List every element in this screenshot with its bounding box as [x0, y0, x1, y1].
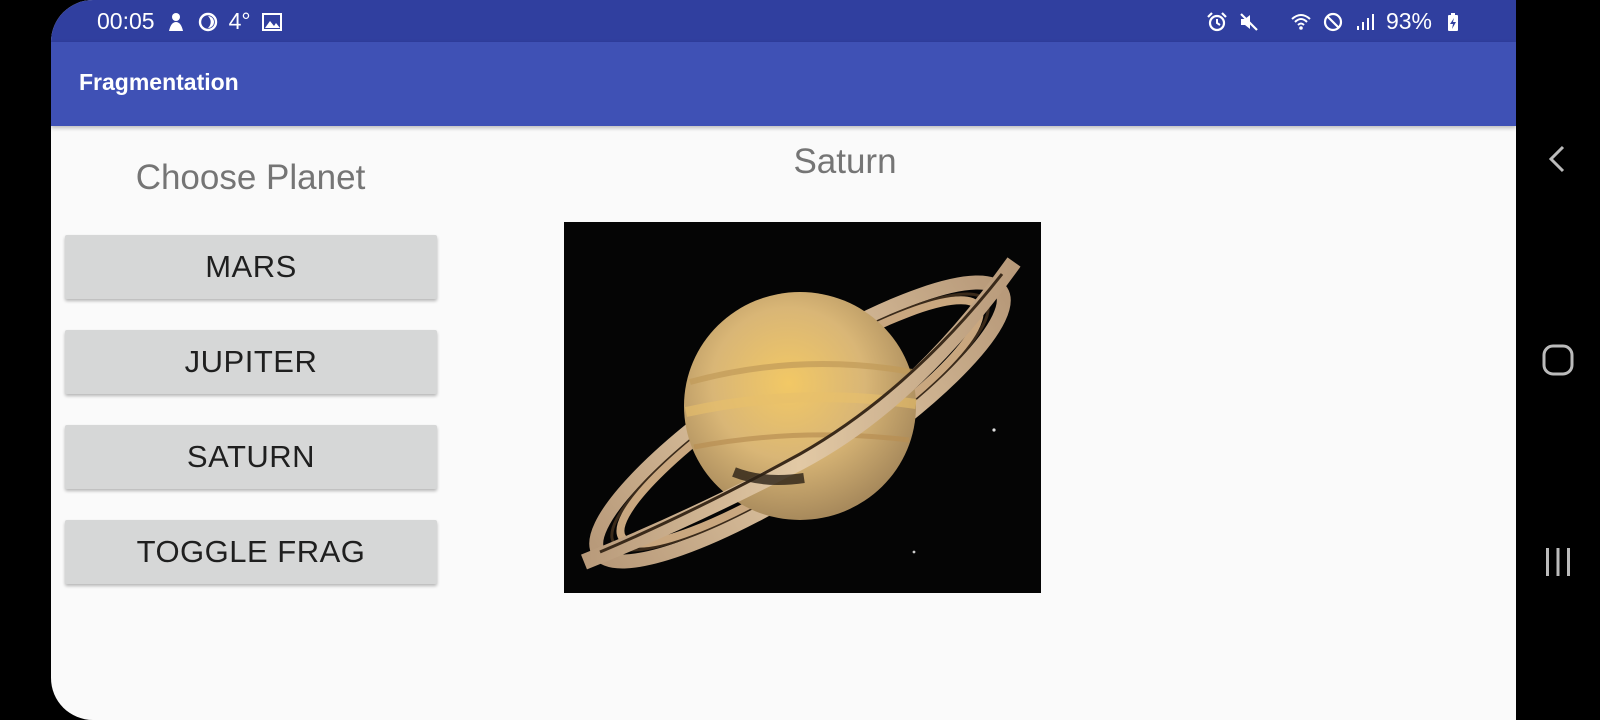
- battery-charging-icon: [1442, 11, 1464, 33]
- moon-icon: [197, 11, 219, 33]
- battery-percent: 93%: [1385, 8, 1432, 34]
- image-icon: [261, 11, 283, 33]
- status-right: 93%: [1206, 8, 1464, 35]
- choose-planet-heading: Choose Planet: [135, 158, 366, 197]
- recent-apps-icon[interactable]: [1538, 542, 1578, 582]
- app-screen: 00:05 4° 93% Fragmentation Choose Planet…: [51, 0, 1516, 720]
- planet-name: Saturn: [793, 142, 897, 181]
- app-title: Fragmentation: [79, 69, 239, 95]
- status-temperature: 4°: [228, 8, 251, 34]
- saturn-image: [564, 222, 1041, 593]
- back-icon[interactable]: [1538, 139, 1578, 179]
- toggle-frag-button[interactable]: TOGGLE FRAG: [65, 520, 437, 584]
- alarm-icon: [1206, 11, 1228, 33]
- status-bar: 00:05 4° 93%: [51, 0, 1516, 42]
- home-icon[interactable]: [1538, 340, 1578, 380]
- notification-icon: [165, 11, 187, 33]
- navigation-bar: [1516, 0, 1600, 720]
- jupiter-button[interactable]: JUPITER: [65, 330, 437, 394]
- status-left: 00:05 4°: [97, 8, 283, 35]
- mute-icon: [1238, 11, 1260, 33]
- signal-icon: [1354, 11, 1376, 33]
- mars-button[interactable]: MARS: [65, 235, 437, 299]
- status-time: 00:05: [97, 8, 155, 34]
- wifi-icon: [1290, 11, 1312, 33]
- do-not-disturb-icon: [1322, 11, 1344, 33]
- app-toolbar: Fragmentation: [51, 42, 1516, 126]
- saturn-button[interactable]: SATURN: [65, 425, 437, 489]
